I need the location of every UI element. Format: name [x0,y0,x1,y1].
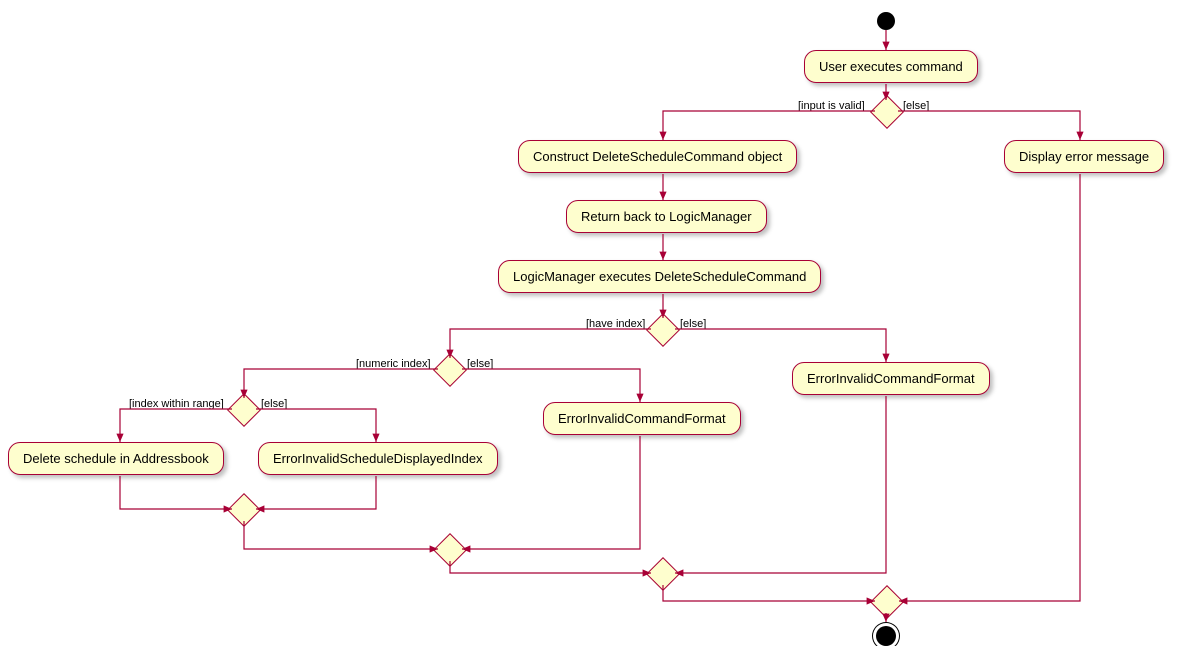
edges [0,0,1184,643]
